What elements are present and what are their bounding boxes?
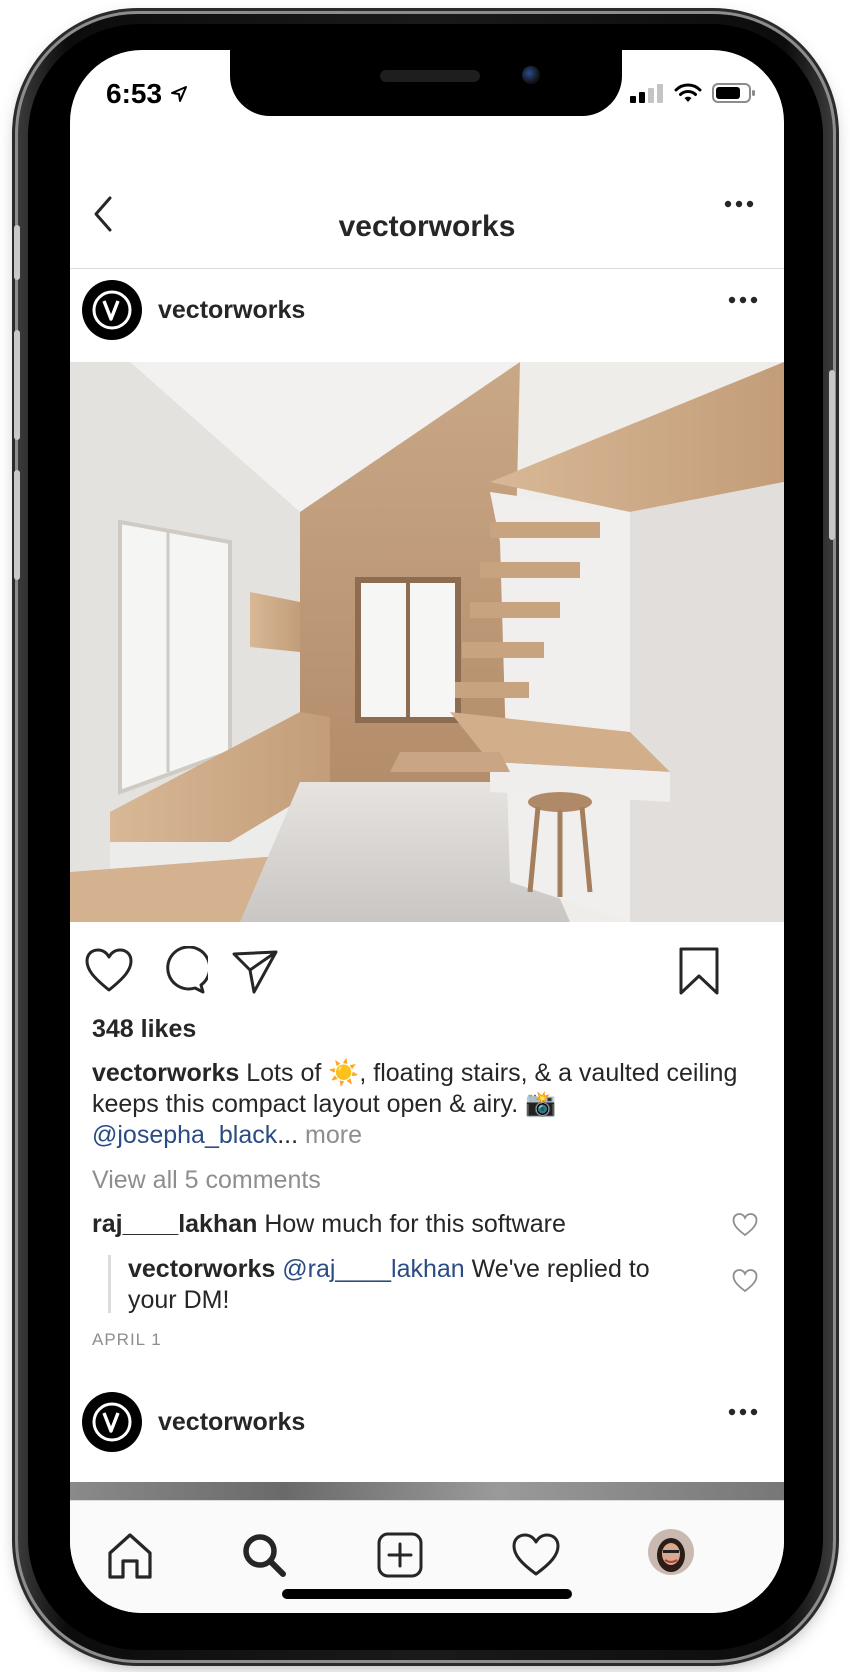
status-bar-icons bbox=[630, 82, 756, 104]
more-options-icon[interactable] bbox=[724, 200, 754, 208]
sun-emoji: ☀️ bbox=[328, 1059, 360, 1087]
comment-item: raj____lakhan How much for this software bbox=[92, 1210, 682, 1239]
reply-like-heart-icon[interactable] bbox=[732, 1268, 758, 1294]
volume-up-button bbox=[14, 330, 20, 440]
comment-bubble-icon[interactable] bbox=[158, 946, 208, 996]
profile-tab[interactable] bbox=[648, 1529, 700, 1581]
interior-rendering-illustration bbox=[70, 362, 784, 922]
vectorworks-avatar[interactable] bbox=[82, 1392, 142, 1452]
vectorworks-avatar[interactable] bbox=[82, 280, 142, 340]
home-icon[interactable] bbox=[104, 1529, 156, 1581]
status-time-text: 6:53 bbox=[106, 78, 163, 109]
status-bar-time: 6:53 bbox=[106, 78, 188, 110]
activity-heart-icon[interactable] bbox=[510, 1529, 562, 1581]
top-navigation-bar: vectorworks bbox=[70, 170, 784, 269]
post-header: vectorworks bbox=[70, 268, 784, 358]
home-indicator[interactable] bbox=[282, 1589, 572, 1599]
vectorworks-logo-icon bbox=[92, 290, 132, 330]
wifi-icon bbox=[674, 83, 702, 102]
post-username[interactable]: vectorworks bbox=[158, 296, 305, 325]
speaker-grille bbox=[380, 70, 480, 82]
battery-icon bbox=[712, 83, 755, 103]
like-heart-icon[interactable] bbox=[84, 946, 134, 996]
comment-like-heart-icon[interactable] bbox=[732, 1212, 758, 1238]
post-caption: vectorworks Lots of ☀️, floating stairs,… bbox=[92, 1058, 752, 1151]
post-photo-interior-rendering[interactable] bbox=[70, 362, 784, 922]
likes-count[interactable]: 348 likes bbox=[92, 1015, 196, 1044]
comment-username[interactable]: raj____lakhan bbox=[92, 1210, 257, 1238]
volume-down-button bbox=[14, 470, 20, 580]
silent-switch bbox=[14, 225, 20, 280]
caption-more-link[interactable]: more bbox=[298, 1121, 362, 1149]
power-button bbox=[829, 370, 835, 540]
cellular-signal-icon bbox=[630, 84, 663, 103]
profile-avatar bbox=[648, 1529, 694, 1575]
next-post-header: vectorworks bbox=[70, 1380, 784, 1470]
reply-thread-line bbox=[108, 1255, 111, 1313]
reply-comment-item: vectorworks @raj____lakhan We've replied… bbox=[128, 1254, 688, 1316]
post-more-options-icon[interactable] bbox=[728, 296, 758, 304]
next-post-more-options-icon[interactable] bbox=[728, 1408, 758, 1416]
post-date: APRIL 1 bbox=[92, 1330, 162, 1349]
caption-text-1: Lots of bbox=[239, 1059, 329, 1087]
phone-screen: 6:53 vectorworks vectorworks 348 likes v… bbox=[70, 50, 784, 1613]
page-title: vectorworks bbox=[338, 210, 516, 243]
caption-ellipsis: ... bbox=[277, 1121, 299, 1149]
next-post-username[interactable]: vectorworks bbox=[158, 1408, 305, 1437]
search-icon[interactable] bbox=[238, 1529, 290, 1581]
caption-mention-link[interactable]: @josepha_black bbox=[92, 1121, 277, 1149]
save-bookmark-icon[interactable] bbox=[674, 946, 724, 996]
reply-mention-link[interactable]: @raj____lakhan bbox=[275, 1255, 464, 1283]
front-camera bbox=[522, 66, 540, 84]
comment-text: How much for this software bbox=[257, 1210, 566, 1238]
view-all-comments-link[interactable]: View all 5 comments bbox=[92, 1166, 321, 1195]
caption-username[interactable]: vectorworks bbox=[92, 1059, 239, 1087]
post-action-bar bbox=[70, 930, 784, 1000]
reply-username[interactable]: vectorworks bbox=[128, 1255, 275, 1283]
vectorworks-logo-icon bbox=[92, 1402, 132, 1442]
location-arrow-icon bbox=[171, 86, 188, 102]
next-post-image-edge bbox=[70, 1482, 784, 1500]
new-post-plus-icon[interactable] bbox=[374, 1529, 426, 1581]
notch bbox=[230, 50, 622, 116]
profile-photo bbox=[648, 1529, 694, 1575]
camera-emoji: 📸 bbox=[525, 1090, 557, 1118]
share-paper-plane-icon[interactable] bbox=[230, 946, 280, 996]
